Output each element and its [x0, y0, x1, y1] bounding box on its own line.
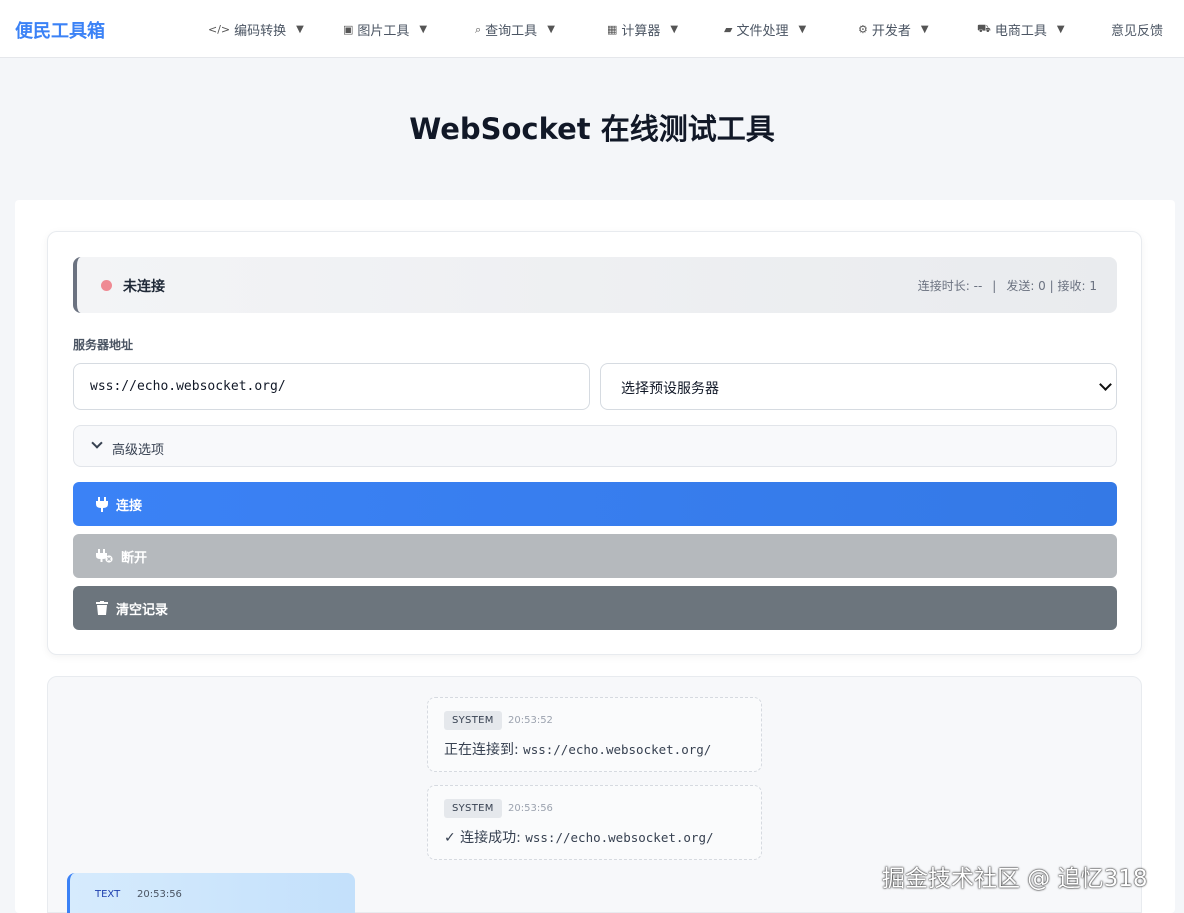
caret-down-icon: ▼ — [798, 24, 807, 35]
caret-down-icon: ▼ — [419, 24, 428, 35]
message-counts: 发送: 0 | 接收: 1 — [1006, 279, 1097, 293]
chevron-down-icon — [1099, 378, 1112, 391]
message-url: wss://echo.websocket.org/ — [525, 830, 714, 845]
plug-off-icon — [96, 549, 113, 563]
server-address-label: 服务器地址 — [73, 338, 134, 352]
server-url-input[interactable] — [73, 363, 590, 410]
connect-button-label: 连接 — [116, 498, 143, 514]
caret-down-icon: ▼ — [670, 24, 679, 35]
image-icon: ▣ — [343, 23, 354, 36]
nav-item-label: 图片工具 — [357, 24, 410, 39]
stats-separator: | — [992, 279, 997, 293]
connection-status-bar: 未连接 连接时长: -- | 发送: 0 | 接收: 1 — [73, 257, 1117, 313]
clear-log-button[interactable]: 清空记录 — [73, 586, 1117, 630]
nav-item-encoding[interactable]: </> 编码转换 ▼ — [208, 20, 304, 39]
connection-status-text: 未连接 — [123, 279, 165, 295]
code-icon: </> — [208, 23, 231, 36]
nav-item-calculator[interactable]: ▦ 计算器 ▼ — [607, 20, 678, 39]
nav-item-label: 意见反馈 — [1111, 24, 1164, 39]
status-dot-icon — [101, 280, 112, 291]
nav-item-label: 编码转换 — [234, 24, 287, 39]
nav-item-label: 开发者 — [871, 24, 911, 39]
log-message-system: SYSTEM 20:53:56 ✓ 连接成功: wss://echo.webso… — [427, 785, 762, 860]
connection-duration: 连接时长: -- — [917, 279, 983, 293]
message-type-badge: SYSTEM — [444, 711, 502, 730]
caret-down-icon: ▼ — [1056, 24, 1065, 35]
connect-button[interactable]: 连接 — [73, 482, 1117, 526]
plug-icon — [96, 496, 108, 512]
message-timestamp: 20:53:56 — [508, 803, 553, 814]
disconnect-button-label: 断开 — [121, 550, 148, 566]
message-text: 正在连接到: — [444, 742, 524, 758]
folder-icon: ▰ — [724, 23, 733, 36]
log-message-text: TEXT 20:53:56 — [67, 873, 355, 913]
gear-icon: ⚙ — [858, 23, 868, 36]
nav-item-label: 电商工具 — [994, 24, 1047, 39]
message-text: ✓ 连接成功: — [444, 830, 526, 846]
message-timestamp: 20:53:56 — [137, 889, 182, 900]
cart-icon: ⛟ — [977, 22, 991, 35]
nav-item-query-tools[interactable]: ⌕ 查询工具 ▼ — [475, 20, 555, 40]
watermark: 掘金技术社区 @ 追忆318 — [882, 866, 1148, 892]
nav-item-label: 文件处理 — [736, 24, 789, 39]
calculator-icon: ▦ — [607, 23, 618, 36]
page-title: WebSocket 在线测试工具 — [409, 112, 775, 146]
chevron-down-icon — [91, 437, 103, 449]
message-body: ✓ 连接成功: wss://echo.websocket.org/ — [444, 827, 714, 847]
message-type-badge: SYSTEM — [444, 799, 502, 818]
message-body: 正在连接到: wss://echo.websocket.org/ — [444, 739, 711, 759]
nav-item-label: 查询工具 — [485, 24, 538, 39]
preset-server-select[interactable]: 选择预设服务器 — [600, 363, 1117, 410]
preset-select-value: 选择预设服务器 — [621, 381, 719, 397]
message-timestamp: 20:53:52 — [508, 715, 553, 726]
advanced-options-toggle[interactable]: 高级选项 — [73, 425, 1117, 467]
nav-item-image-tools[interactable]: ▣ 图片工具 ▼ — [343, 20, 427, 39]
advanced-options-label: 高级选项 — [112, 443, 165, 458]
nav-item-developer[interactable]: ⚙ 开发者 ▼ — [858, 20, 929, 39]
connection-stats: 连接时长: -- | 发送: 0 | 接收: 1 — [918, 277, 1097, 294]
message-type-badge: TEXT — [95, 889, 121, 900]
clear-log-button-label: 清空记录 — [116, 602, 169, 618]
caret-down-icon: ▼ — [296, 24, 304, 35]
message-url: wss://echo.websocket.org/ — [523, 742, 712, 757]
log-message-system: SYSTEM 20:53:52 正在连接到: wss://echo.websoc… — [427, 697, 762, 772]
nav-item-ecommerce[interactable]: ⛟ 电商工具 ▼ — [977, 20, 1065, 39]
top-navbar: 便民工具箱 </> 编码转换 ▼ ▣ 图片工具 ▼ ⌕ 查询工具 ▼ ▦ 计算器… — [0, 0, 1184, 58]
caret-down-icon: ▼ — [920, 24, 929, 35]
nav-item-feedback[interactable]: 意见反馈 — [1111, 20, 1163, 39]
trash-icon — [96, 601, 108, 615]
search-icon: ⌕ — [475, 22, 482, 36]
disconnect-button[interactable]: 断开 — [73, 534, 1117, 578]
brand-logo[interactable]: 便民工具箱 — [15, 17, 105, 43]
caret-down-icon: ▼ — [547, 24, 555, 35]
nav-item-file-processing[interactable]: ▰ 文件处理 ▼ — [724, 20, 806, 39]
nav-item-label: 计算器 — [621, 24, 661, 39]
